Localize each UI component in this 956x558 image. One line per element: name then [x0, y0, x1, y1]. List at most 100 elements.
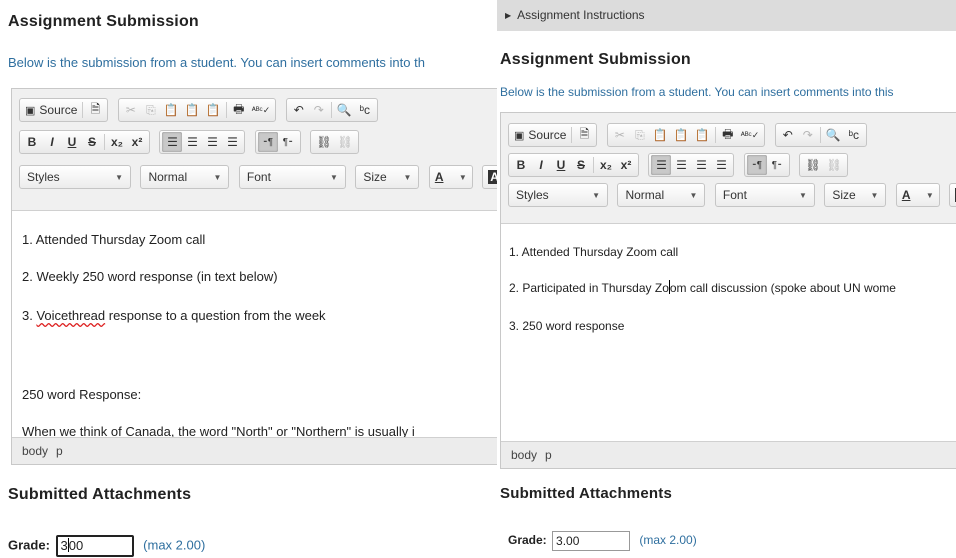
redo-icon[interactable]: ↷ [309, 100, 329, 120]
spellcheck-icon[interactable]: ᴬᴮᶜ✓ [738, 125, 763, 145]
bold-button[interactable]: B [511, 155, 531, 175]
link-icon[interactable]: ⛓ [313, 132, 334, 152]
paste-word-icon[interactable]: 📋 [692, 125, 713, 145]
text-color-icon: A [434, 170, 444, 184]
preview-icon[interactable]: 🗎 [85, 100, 105, 120]
paste-text-icon[interactable]: 📋 [182, 100, 203, 120]
cut-icon[interactable]: ✂ [121, 100, 141, 120]
strike-button[interactable]: S [571, 155, 591, 175]
paste-word-icon[interactable]: 📋 [203, 100, 224, 120]
chevron-down-icon: ▼ [403, 172, 412, 182]
chevron-down-icon: ▼ [689, 190, 698, 200]
page-title: Assignment Submission [8, 13, 199, 30]
replace-icon[interactable]: ᵇc [844, 125, 864, 145]
align-right-icon[interactable]: ☰ [202, 132, 222, 152]
unlink-icon[interactable]: ⛓ [824, 155, 845, 175]
find-icon[interactable]: 🔍 [334, 100, 355, 120]
size-dropdown[interactable]: Size ▼ [824, 183, 887, 207]
right-panel: ▶ Assignment Instructions Assignment Subm… [497, 0, 956, 558]
format-dropdown[interactable]: Normal ▼ [140, 165, 230, 189]
path-item[interactable]: p [545, 448, 552, 462]
triangle-right-icon: ▶ [505, 11, 512, 20]
italic-button[interactable]: I [531, 155, 551, 175]
align-right-icon[interactable]: ☰ [691, 155, 711, 175]
undo-icon[interactable]: ↶ [778, 125, 798, 145]
rich-text-editor: ▣ Source 🗎 ✂ ⎘ 📋 📋 📋 🖶 ᴬᴮᶜ✓ ↶ ↷ 🔍 ᵇc B I… [500, 112, 956, 469]
paste-text-icon[interactable]: 📋 [671, 125, 692, 145]
align-justify-icon[interactable]: ☰ [711, 155, 731, 175]
editor-content[interactable]: 1. Attended Thursday Zoom call 2. Partic… [501, 224, 956, 442]
grade-row: Grade: 300 (max 2.00) [8, 535, 205, 557]
replace-icon[interactable]: ᵇc [355, 100, 375, 120]
italic-button[interactable]: I [42, 132, 62, 152]
superscript-button[interactable]: x² [127, 132, 147, 152]
align-center-icon[interactable]: ☰ [671, 155, 691, 175]
align-left-icon[interactable]: ☰ [162, 132, 183, 152]
editor-content[interactable]: 1. Attended Thursday Zoom call 2. Weekly… [12, 211, 497, 439]
path-item[interactable]: body [511, 448, 537, 462]
align-left-icon[interactable]: ☰ [651, 155, 672, 175]
strike-button[interactable]: S [82, 132, 102, 152]
bg-color-button[interactable]: A▼ [949, 183, 956, 207]
unlink-icon[interactable]: ⛓ [335, 132, 356, 152]
ltr-icon[interactable]: ⁃¶ [257, 132, 278, 152]
print-icon[interactable]: 🖶 [718, 125, 738, 145]
text-color-button[interactable]: A ▼ [895, 183, 940, 207]
intro-text: Below is the submission from a student. … [500, 85, 894, 99]
find-icon[interactable]: 🔍 [823, 125, 844, 145]
content-line: 3. 250 word response [509, 319, 625, 333]
subscript-button[interactable]: x₂ [596, 155, 616, 175]
attachments-title: Submitted Attachments [8, 486, 192, 503]
styles-dropdown[interactable]: Styles ▼ [19, 165, 131, 189]
grade-input[interactable]: 3.00 [552, 531, 631, 551]
source-button[interactable]: ▣ Source [511, 125, 569, 145]
misspelled-word: Voicethread [36, 308, 106, 323]
instructions-toggle[interactable]: ▶ Assignment Instructions [497, 0, 956, 31]
paste-icon[interactable]: 📋 [650, 125, 671, 145]
styles-dropdown[interactable]: Styles ▼ [508, 183, 608, 207]
rtl-icon[interactable]: ¶⁃ [278, 132, 298, 152]
link-icon[interactable]: ⛓ [802, 155, 823, 175]
chevron-down-icon: ▼ [798, 190, 807, 200]
chevron-down-icon: ▼ [115, 172, 123, 182]
source-icon: ▣ [514, 129, 525, 142]
bold-button[interactable]: B [22, 132, 42, 152]
font-dropdown[interactable]: Font ▼ [238, 165, 346, 189]
copy-icon[interactable]: ⎘ [630, 125, 650, 145]
underline-button[interactable]: U [551, 155, 571, 175]
cut-icon[interactable]: ✂ [610, 125, 630, 145]
grade-label: Grade: [8, 537, 50, 553]
content-line: 3. Voicethread response to a question fr… [22, 308, 326, 323]
content-line: 250 word Response: [22, 387, 142, 402]
source-button[interactable]: ▣ Source [22, 100, 80, 120]
font-dropdown[interactable]: Font ▼ [714, 183, 815, 207]
redo-icon[interactable]: ↷ [798, 125, 818, 145]
preview-icon[interactable]: 🗎 [574, 125, 594, 145]
undo-icon[interactable]: ↶ [289, 100, 309, 120]
format-dropdown[interactable]: Normal ▼ [617, 183, 706, 207]
print-icon[interactable]: 🖶 [229, 100, 249, 120]
path-item[interactable]: p [56, 444, 63, 458]
text-color-button[interactable]: A ▼ [428, 165, 473, 189]
element-path-bar: body p [12, 437, 497, 464]
rtl-icon[interactable]: ¶⁃ [767, 155, 787, 175]
align-center-icon[interactable]: ☰ [182, 132, 202, 152]
superscript-button[interactable]: x² [616, 155, 636, 175]
bg-color-icon: A [488, 170, 497, 184]
grade-max: (max 2.00) [143, 537, 206, 553]
copy-icon[interactable]: ⎘ [141, 100, 161, 120]
spellcheck-icon[interactable]: ᴬᴮᶜ✓ [249, 100, 274, 120]
grade-input[interactable]: 300 [55, 535, 134, 557]
element-path-bar: body p [501, 441, 956, 468]
left-panel: Assignment Submission Below is the submi… [0, 0, 497, 558]
underline-button[interactable]: U [62, 132, 82, 152]
subscript-button[interactable]: x₂ [107, 132, 127, 152]
align-justify-icon[interactable]: ☰ [222, 132, 242, 152]
bg-color-button[interactable]: A▼ [482, 165, 497, 189]
path-item[interactable]: body [22, 444, 48, 458]
content-line: 2. Weekly 250 word response (in text bel… [22, 269, 278, 284]
ltr-icon[interactable]: ⁃¶ [746, 155, 767, 175]
chevron-down-icon: ▼ [329, 172, 338, 182]
size-dropdown[interactable]: Size ▼ [355, 165, 420, 189]
paste-icon[interactable]: 📋 [161, 100, 182, 120]
